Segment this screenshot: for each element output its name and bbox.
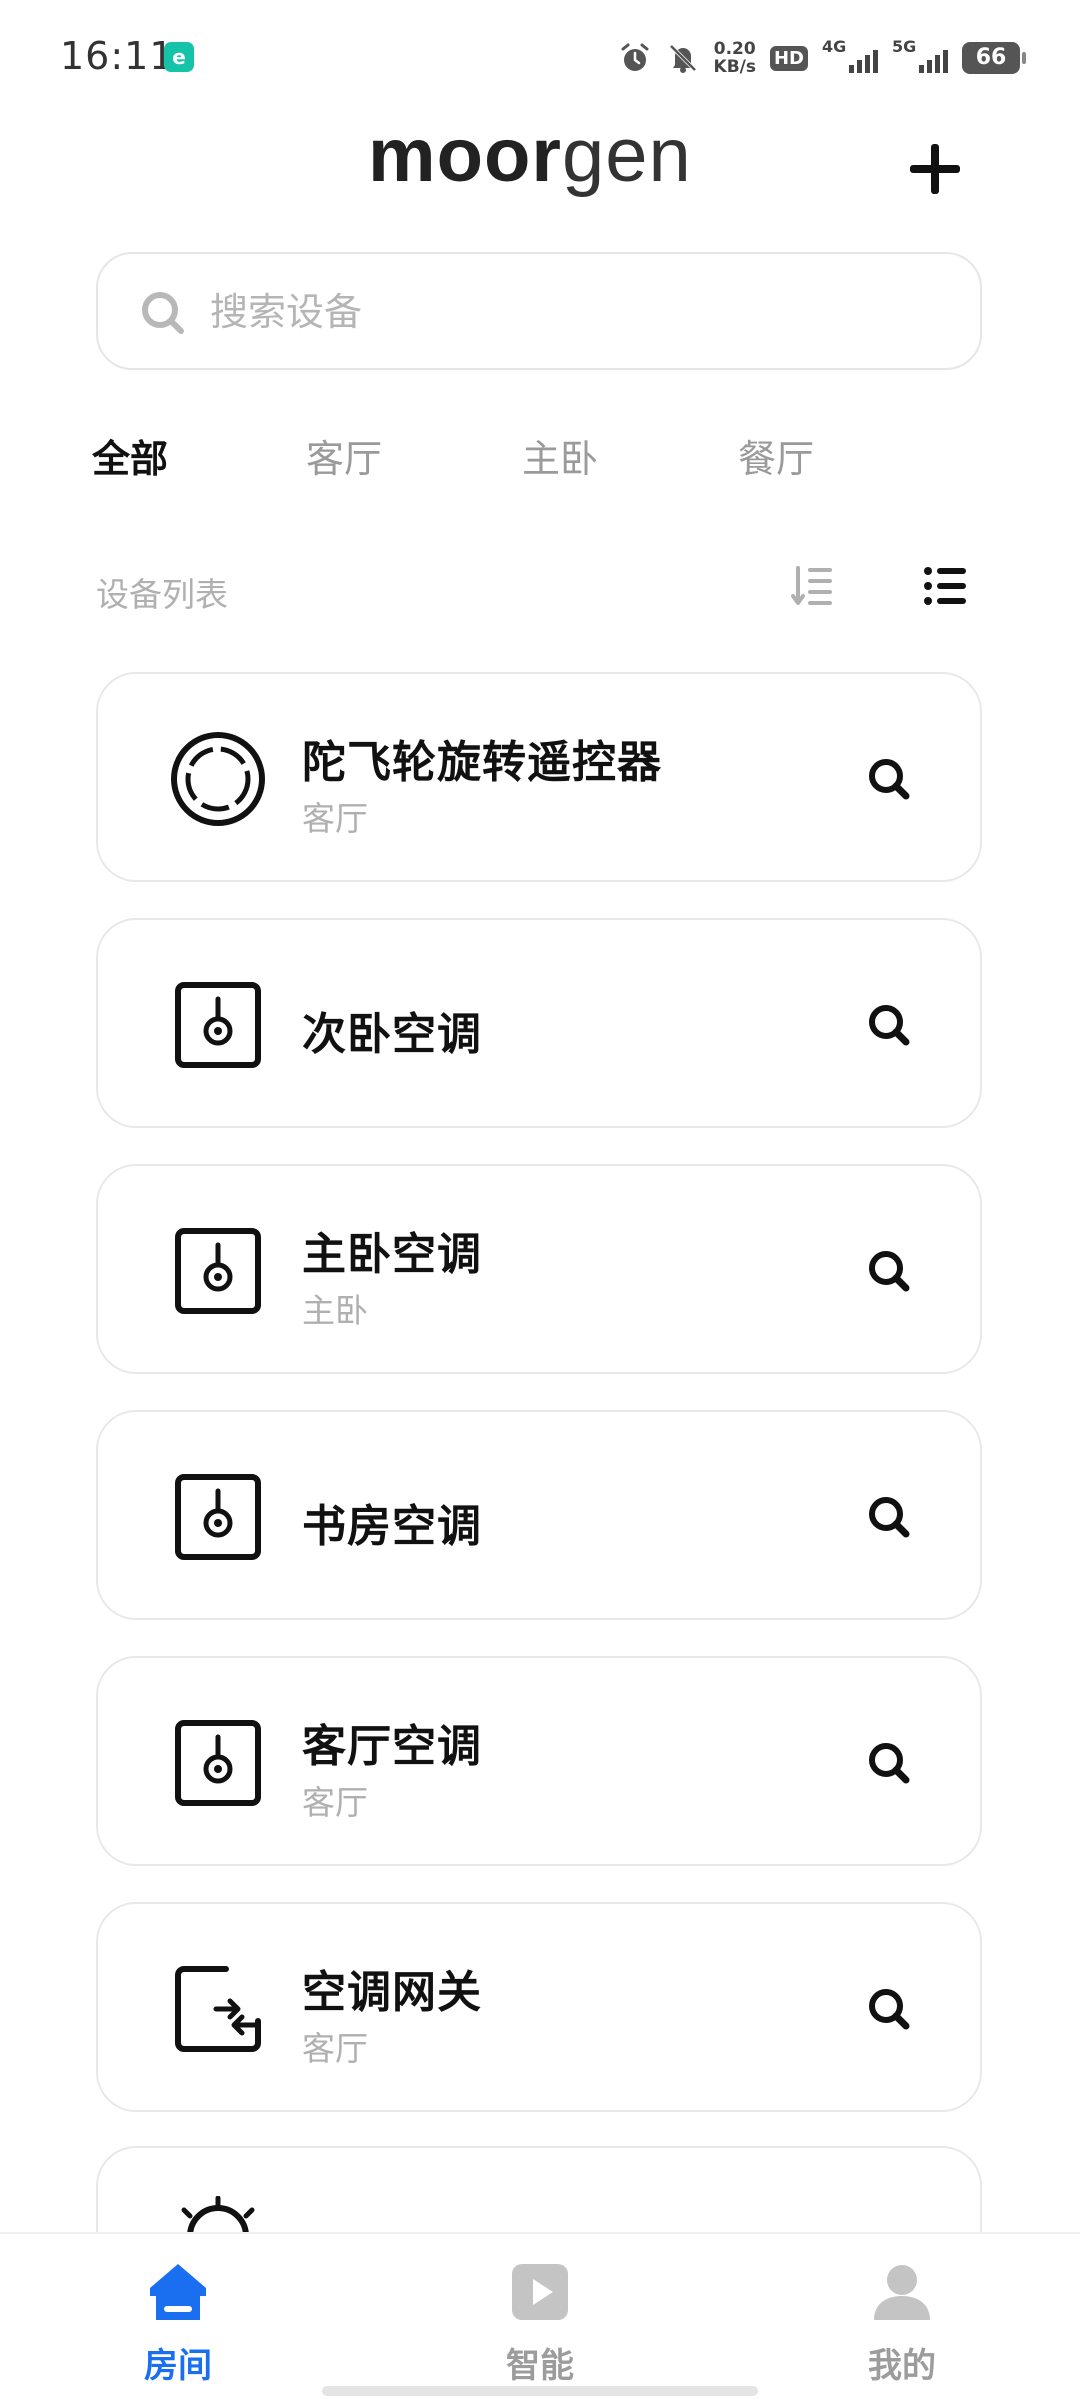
device-name: 陀飞轮旋转遥控器 [302, 737, 662, 788]
device-room: 客厅 [302, 2029, 368, 2068]
app-notification-icon: e [164, 42, 194, 72]
nav-tab-rooms[interactable]: 房间 [78, 2234, 278, 2400]
logo-part-bold: moor [368, 113, 562, 198]
battery-indicator: 66 [962, 42, 1026, 74]
device-name: 次卧空调 [302, 1009, 482, 1060]
device-card[interactable]: 书房空调 [96, 1410, 982, 1620]
device-room: 客厅 [302, 1783, 368, 1822]
tab-living-room[interactable]: 客厅 [306, 428, 382, 483]
plus-icon [910, 144, 960, 194]
status-time: 16:11 [60, 34, 175, 78]
alarm-icon [621, 43, 649, 71]
nav-label: 智能 [506, 2346, 574, 2386]
device-room: 客厅 [302, 799, 368, 838]
nav-tab-smart[interactable]: 智能 [440, 2234, 640, 2400]
signal-bars-icon [849, 50, 878, 73]
ac-icon [175, 1228, 261, 1314]
search-icon[interactable] [864, 1738, 914, 1788]
signal-sim2: 5G [892, 37, 948, 75]
device-name: 空调网关 [302, 1967, 482, 2018]
user-icon [874, 2265, 930, 2320]
device-card[interactable] [96, 2146, 982, 2239]
signal-sim1-label: 4G [822, 37, 847, 56]
search-icon[interactable] [864, 1000, 914, 1050]
bottom-nav: 房间 智能 我的 [0, 2232, 1080, 2400]
ac-icon [175, 1720, 261, 1806]
device-card[interactable]: 陀飞轮旋转遥控器 客厅 [96, 672, 982, 882]
tab-master-bedroom[interactable]: 主卧 [522, 428, 598, 483]
home-icon [150, 2264, 206, 2320]
status-icons: 0.20 KB/s HD 4G 5G 66 [618, 37, 1026, 78]
nav-tab-profile[interactable]: 我的 [802, 2234, 1002, 2400]
nav-label: 我的 [868, 2346, 936, 2386]
gateway-icon [175, 1966, 261, 2052]
signal-sim2-label: 5G [892, 37, 917, 56]
status-bar: 16:11 e 0.20 KB/s HD 4G 5G 66 [0, 0, 1080, 110]
search-icon [142, 292, 184, 334]
search-icon[interactable] [864, 1246, 914, 1296]
tab-all[interactable]: 全部 [92, 428, 168, 483]
search-bar[interactable] [96, 252, 982, 370]
hd-voice-badge: HD [769, 45, 808, 71]
home-indicator[interactable] [322, 2386, 758, 2396]
list-view-icon[interactable] [922, 562, 970, 610]
device-list-title: 设备列表 [96, 575, 228, 614]
ac-icon [175, 982, 261, 1068]
search-icon[interactable] [864, 1984, 914, 2034]
signal-sim1: 4G [822, 37, 878, 75]
search-input[interactable] [210, 282, 910, 342]
rotary-remote-icon [171, 732, 265, 826]
add-device-button[interactable] [900, 134, 970, 204]
device-card[interactable]: 客厅空调 客厅 [96, 1656, 982, 1866]
search-icon[interactable] [864, 1492, 914, 1542]
ac-icon [175, 1474, 261, 1560]
logo-part-light: gen [562, 113, 692, 198]
network-speed-value: 0.20 [713, 39, 756, 59]
tab-dining-room[interactable]: 餐厅 [738, 428, 814, 483]
network-speed: 0.20 KB/s [714, 40, 756, 76]
device-name: 主卧空调 [302, 1229, 482, 1280]
nav-label: 房间 [144, 2346, 212, 2386]
search-icon[interactable] [864, 754, 914, 804]
device-card[interactable]: 空调网关 客厅 [96, 1902, 982, 2112]
device-card[interactable]: 主卧空调 主卧 [96, 1164, 982, 1374]
signal-bars-icon [919, 50, 948, 73]
device-name: 书房空调 [302, 1501, 482, 1552]
device-name: 客厅空调 [302, 1721, 482, 1772]
app-logo: moorgen [368, 112, 692, 199]
network-speed-unit: KB/s [713, 57, 756, 77]
device-room: 主卧 [302, 1291, 368, 1330]
device-card[interactable]: 次卧空调 [96, 918, 982, 1128]
mute-bell-icon [669, 44, 696, 73]
sort-icon[interactable] [790, 562, 838, 610]
play-icon [512, 2264, 568, 2320]
